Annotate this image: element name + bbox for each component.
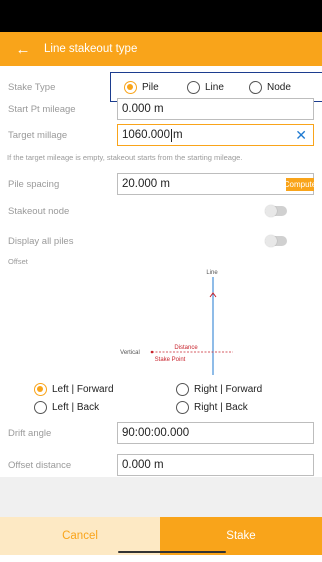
direction-left-forward-radio[interactable]: Left | Forward [34,383,114,396]
direction-right-back-label: Right | Back [194,402,248,413]
diagram-stake-point-label: Stake Point [155,357,186,363]
page-title: Line stakeout type [44,43,138,55]
stakeout-node-label: Stakeout node [8,205,70,217]
target-mileage-hint: If the target mileage is empty, stakeout… [7,153,243,162]
start-pt-mileage-input[interactable]: 0.000 m [117,98,314,120]
arrow-left-icon[interactable]: ← [6,32,40,66]
direction-left-back-radio[interactable]: Left | Back [34,401,99,414]
target-mileage-value: 1060.000 [122,129,170,141]
offset-diagram: Line Distance Vertical Stake Point [120,270,233,375]
cancel-button[interactable]: Cancel [0,517,160,555]
switch-knob [265,235,277,247]
direction-left-back-label: Left | Back [52,402,100,413]
bottom-spacer [0,477,322,517]
drift-angle-input[interactable]: 90:00:00.000 [117,422,314,444]
pile-spacing-input[interactable]: 20.000 m Compute [117,173,316,195]
direction-right-forward-label: Right | Forward [194,384,263,395]
direction-right-forward-radio[interactable]: Right | Forward [176,383,262,396]
pile-spacing-label: Pile spacing [8,178,60,190]
offset-distance-value: 0.000 m [122,459,164,471]
action-bar: Cancel Stake [0,517,322,555]
status-bar [0,0,322,32]
drift-angle-label: Drift angle [8,427,52,439]
target-mileage-input[interactable]: 1060.000 m ✕ [117,124,314,146]
offset-distance-input[interactable]: 0.000 m [117,454,314,476]
target-mileage-unit: m [172,129,183,141]
app-header: ← Line stakeout type [0,32,322,66]
radio-unchecked-icon [176,383,189,396]
home-indicator[interactable] [118,551,226,553]
direction-left-forward-label: Left | Forward [52,384,114,395]
direction-right-back-radio[interactable]: Right | Back [176,401,248,414]
clear-icon[interactable]: ✕ [295,127,307,144]
target-mileage-label: Target millage [8,129,68,141]
drift-angle-value: 90:00:00.000 [122,427,190,439]
pile-spacing-value: 20.000 m [122,178,170,190]
diagram-vertical-label: Vertical [120,350,140,356]
stakeout-node-switch[interactable] [265,205,287,217]
stake-button[interactable]: Stake [160,517,322,555]
stake-type-label: Stake Type [8,81,56,93]
offset-distance-label: Offset distance [8,459,72,471]
start-pt-mileage-value: 0.000 m [122,103,164,115]
start-pt-mileage-label: Start Pt mileage [8,103,76,115]
diagram-distance-label: Distance [174,345,198,351]
stake-point-marker [150,350,154,354]
text-caret [170,128,172,142]
display-all-piles-switch[interactable] [265,235,287,247]
compute-button[interactable]: Compute [284,178,316,191]
radio-unchecked-icon [176,401,189,414]
radio-checked-icon [34,383,47,396]
switch-knob [265,205,277,217]
diagram-line-label: Line [206,270,218,276]
display-all-piles-label: Display all piles [8,235,74,247]
radio-unchecked-icon [34,401,47,414]
